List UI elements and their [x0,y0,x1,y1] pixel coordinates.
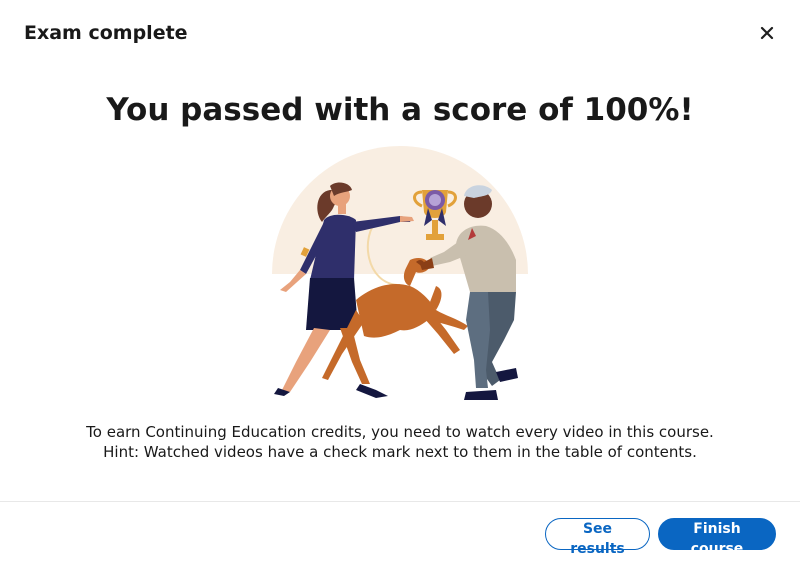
hint-message-line: Hint: Watched videos have a check mark n… [103,443,697,461]
see-results-button[interactable]: See results [545,518,650,557]
close-button[interactable] [751,17,783,49]
score-headline: You passed with a score of 100%! [106,92,694,128]
celebration-illustration [260,140,540,406]
exam-complete-dialog: Exam complete You passed with a score of… [0,0,800,566]
dialog-title: Exam complete [24,22,188,44]
credits-message: To earn Continuing Education credits, yo… [0,422,800,462]
celebration-image [272,146,528,400]
close-icon [760,26,774,40]
finish-course-button[interactable]: Finish course [658,518,776,557]
footer-divider [0,501,800,502]
credits-message-line: To earn Continuing Education credits, yo… [86,423,714,441]
dialog-header: Exam complete [0,0,800,66]
